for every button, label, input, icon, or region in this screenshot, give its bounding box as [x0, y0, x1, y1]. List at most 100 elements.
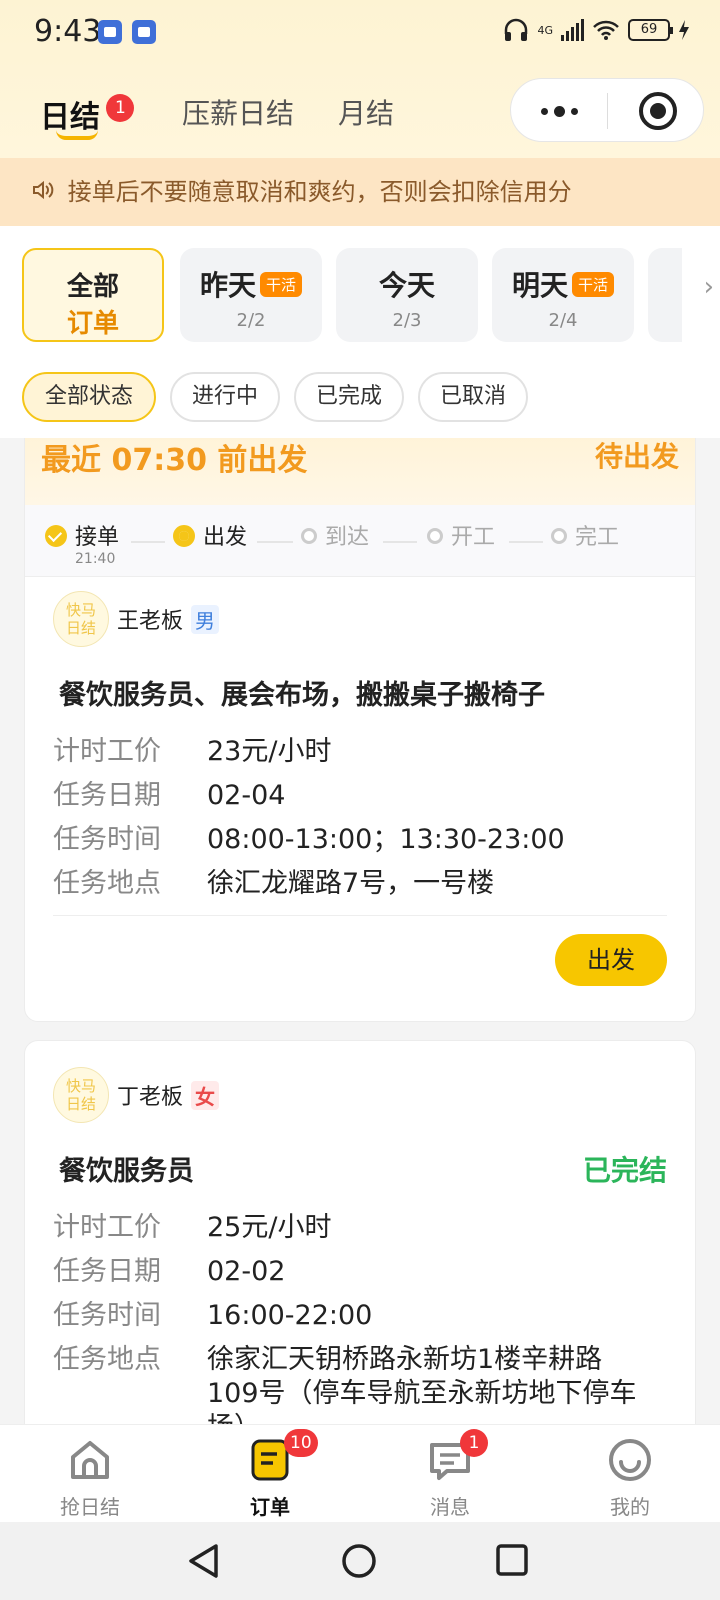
capsule-divider [607, 93, 608, 129]
order-card[interactable]: 快马 日结 丁老板 女 餐饮服务员 已完结 计时工价 25元/小时 任务日期 02-0… [24, 1040, 696, 1424]
step-finish: 完工 [551, 519, 619, 551]
headphones-icon [505, 18, 528, 41]
avatar: 快马 日结 [53, 1067, 109, 1123]
notice-text: 接单后不要随意取消和爽约，否则会扣除信用分 [67, 178, 572, 206]
step-start-work: 开工 [427, 519, 495, 551]
detail-value: 02-02 [207, 1256, 286, 1287]
avatar: 快马 日结 [53, 591, 109, 647]
signal-icon [561, 19, 584, 41]
mini-program-capsule [510, 78, 704, 142]
tab-daily-badge: 1 [106, 94, 135, 122]
battery-icon: 69 [628, 19, 673, 41]
tab-messages[interactable]: 1 消息 [390, 1429, 510, 1520]
departure-deadline: 最近 07:30 前出发 [41, 443, 308, 478]
order-card-header: 最近 07:30 前出发 待出发 [25, 438, 695, 505]
charging-icon [679, 20, 689, 40]
orders-badge: 10 [284, 1429, 318, 1457]
detail-key: 计时工价 [53, 1212, 161, 1243]
detail-row: 任务时间 08:00-13:00；13:30-23:00 [53, 818, 695, 862]
detail-key: 计时工价 [53, 736, 161, 767]
date-tab-all[interactable]: 全部 订单 [22, 248, 164, 342]
app-notification-icon [98, 20, 122, 44]
employer-info: 快马 日结 王老板 男 [53, 591, 695, 647]
depart-button[interactable]: 出发 [555, 934, 667, 986]
detail-key: 任务日期 [53, 780, 161, 811]
detail-row: 任务日期 02-02 [53, 1250, 695, 1294]
tab-profile[interactable]: 我的 [570, 1437, 690, 1520]
messages-badge: 1 [460, 1429, 488, 1457]
status-bar: 9:43 4G 69 [0, 0, 720, 68]
bottom-tab-bar: 抢日结 10 订单 1 消息 我的 [0, 1424, 720, 1522]
detail-value: 16:00-22:00 [207, 1300, 373, 1331]
tab-orders[interactable]: 10 订单 [210, 1429, 330, 1520]
system-nav-bar [0, 1522, 720, 1600]
employer-name: 王老板 [117, 609, 184, 634]
step-label: 开工 [451, 525, 496, 550]
pending-step-icon [427, 528, 443, 544]
tab-label: 我的 [610, 1495, 650, 1519]
back-icon[interactable] [186, 1542, 222, 1580]
detail-key: 任务地点 [53, 1344, 161, 1375]
step-time: 21:40 [75, 551, 116, 567]
employer-info: 快马 日结 丁老板 女 [53, 1067, 695, 1123]
order-card[interactable]: 最近 07:30 前出发 待出发 接单 21:40 出发 到达 开工 完工 快马… [24, 438, 696, 1022]
step-connector [509, 541, 543, 543]
profile-icon [609, 1439, 651, 1481]
app-notification-icon [132, 20, 156, 44]
step-arrive: 到达 [301, 519, 369, 551]
gender-badge: 男 [191, 604, 220, 634]
date-tab-label: 昨天 [199, 269, 256, 302]
step-label: 完工 [575, 525, 620, 550]
notice-banner: 接单后不要随意取消和爽约，否则会扣除信用分 [0, 158, 720, 226]
detail-key: 任务地点 [53, 868, 161, 899]
step-accept: 接单 21:40 [45, 519, 119, 567]
filter-in-progress[interactable]: 进行中 [170, 372, 280, 422]
detail-row: 计时工价 25元/小时 [53, 1206, 695, 1250]
more-icon[interactable] [531, 93, 587, 129]
detail-value: 08:00-13:00；13:30-23:00 [207, 824, 565, 855]
step-label: 到达 [325, 525, 370, 550]
detail-value: 23元/小时 [207, 736, 332, 767]
status-time: 9:43 [34, 14, 102, 49]
detail-row: 任务地点 徐家汇天钥桥路永新坊1楼辛耕路109号（停车导航至永新坊地下停车场） [53, 1338, 695, 1424]
close-target-icon[interactable] [639, 92, 677, 130]
date-tab-label: 今天 [378, 269, 435, 302]
filter-completed[interactable]: 已完成 [294, 372, 404, 422]
step-label: 出发 [203, 525, 248, 550]
chevron-right-icon[interactable]: › [704, 272, 714, 302]
step-connector [383, 541, 417, 543]
date-tab-yesterday[interactable]: 昨天 干活 2/2 [180, 248, 322, 342]
tab-label: 消息 [430, 1495, 470, 1519]
date-tab-count: 2/2 [236, 310, 266, 331]
home-icon [71, 1441, 109, 1479]
step-label: 接单 [75, 525, 120, 550]
date-tab-all-line2: 订单 [66, 309, 119, 339]
order-status: 待出发 [594, 440, 679, 473]
tab-grab-daily[interactable]: 抢日结 [30, 1437, 150, 1520]
pending-step-icon [301, 528, 317, 544]
step-connector [131, 541, 165, 543]
home-circle-icon[interactable] [340, 1542, 378, 1580]
work-tag: 干活 [260, 271, 303, 297]
filter-cancelled[interactable]: 已取消 [418, 372, 528, 422]
date-tab-today[interactable]: 今天 2/3 [336, 248, 478, 342]
detail-row: 任务时间 16:00-22:00 [53, 1294, 695, 1338]
step-depart: 出发 [173, 519, 247, 551]
wifi-icon [593, 20, 619, 40]
detail-key: 任务日期 [53, 1256, 161, 1287]
date-tab-next-partial[interactable] [648, 248, 682, 342]
filter-all-status[interactable]: 全部状态 [22, 372, 156, 422]
detail-value: 25元/小时 [207, 1212, 332, 1243]
progress-steps: 接单 21:40 出发 到达 开工 完工 [25, 505, 695, 577]
date-tab-label: 明天 [511, 269, 568, 302]
recents-icon[interactable] [494, 1542, 530, 1578]
tab-monthly[interactable]: 月结 [338, 92, 394, 132]
detail-key: 任务时间 [53, 1300, 161, 1331]
order-list: 最近 07:30 前出发 待出发 接单 21:40 出发 到达 开工 完工 快马… [0, 438, 720, 1424]
current-step-icon [173, 525, 195, 547]
step-connector [257, 541, 293, 543]
job-details: 计时工价 25元/小时 任务日期 02-02 任务时间 16:00-22:00 任务地… [53, 1206, 695, 1424]
date-tab-all-line1: 全部 [66, 272, 119, 302]
tab-deferred-daily[interactable]: 压薪日结 [182, 92, 294, 132]
date-tab-tomorrow[interactable]: 明天 干活 2/4 [492, 248, 634, 342]
